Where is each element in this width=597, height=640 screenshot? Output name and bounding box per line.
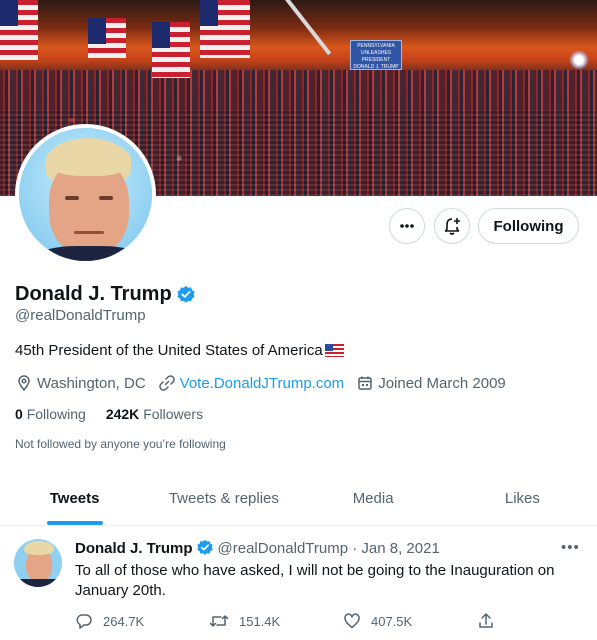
tweet-header: Donald J. Trump @realDonaldTrump · Jan 8… bbox=[75, 539, 440, 557]
reply-button[interactable]: 264.7K bbox=[75, 612, 209, 630]
tweet-avatar[interactable] bbox=[14, 539, 62, 587]
profile-bio: 45th President of the United States of A… bbox=[15, 342, 344, 359]
tweet-more-button[interactable]: ••• bbox=[561, 539, 580, 556]
tab-media[interactable]: Media bbox=[299, 472, 448, 525]
followers-count: 242K bbox=[105, 406, 140, 422]
tab-tweets[interactable]: Tweets bbox=[0, 472, 149, 525]
followers-count-link[interactable]: 242K Followers bbox=[106, 406, 203, 422]
location-icon bbox=[18, 375, 30, 392]
like-icon bbox=[344, 613, 360, 629]
link-icon bbox=[158, 375, 175, 391]
following-count: 0 bbox=[15, 406, 23, 422]
verified-icon bbox=[177, 285, 195, 303]
retweet-button[interactable]: 151.4K bbox=[209, 612, 343, 630]
share-icon bbox=[479, 613, 493, 628]
tweet-author-name[interactable]: Donald J. Trump bbox=[75, 540, 193, 557]
tweet-actions: 264.7K 151.4K 407.5K bbox=[75, 612, 505, 630]
notify-bell-icon bbox=[444, 218, 460, 235]
banner-flag bbox=[0, 0, 38, 60]
banner-pole bbox=[285, 0, 332, 56]
location-text: Washington, DC bbox=[37, 374, 146, 392]
banner-light bbox=[569, 50, 589, 70]
more-options-button[interactable] bbox=[389, 208, 425, 244]
retweet-count: 151.4K bbox=[239, 613, 281, 629]
like-button[interactable]: 407.5K bbox=[343, 612, 477, 630]
reply-icon bbox=[76, 614, 92, 629]
reply-count: 264.7K bbox=[103, 613, 145, 629]
share-button[interactable] bbox=[477, 612, 505, 630]
profile-name: Donald J. Trump bbox=[15, 283, 172, 305]
more-icon bbox=[400, 224, 414, 228]
following-button[interactable]: Following bbox=[478, 208, 579, 244]
joined-date: Joined March 2009 bbox=[356, 374, 506, 392]
website-link[interactable]: Vote.DonaldJTrump.com bbox=[180, 375, 345, 392]
profile-tabs: Tweets Tweets & replies Media Likes bbox=[0, 472, 597, 526]
tweet-text: To all of those who have asked, I will n… bbox=[75, 562, 555, 599]
profile-avatar[interactable] bbox=[15, 124, 156, 265]
us-flag-emoji bbox=[324, 344, 344, 357]
like-count: 407.5K bbox=[371, 613, 413, 629]
bio-text: 45th President of the United States of A… bbox=[15, 342, 323, 359]
followers-label: Followers bbox=[143, 406, 204, 422]
banner-flag bbox=[152, 22, 190, 78]
banner-flag bbox=[200, 0, 250, 58]
calendar-icon bbox=[358, 376, 372, 390]
tweet[interactable]: Donald J. Trump @realDonaldTrump · Jan 8… bbox=[0, 527, 597, 640]
tweet-handle-date[interactable]: @realDonaldTrump · Jan 8, 2021 bbox=[218, 540, 440, 557]
joined-text: Joined March 2009 bbox=[378, 374, 506, 392]
retweet-icon bbox=[209, 615, 229, 627]
banner-flag bbox=[88, 18, 126, 58]
notifications-button[interactable] bbox=[434, 208, 470, 244]
following-label: Following bbox=[26, 406, 86, 422]
banner-sign: PENNSYLVANIA UNLEASHES PRESIDENT DONALD … bbox=[350, 40, 402, 70]
tab-likes[interactable]: Likes bbox=[448, 472, 597, 525]
following-count-link[interactable]: 0 Following bbox=[15, 406, 86, 422]
profile-handle: @realDonaldTrump bbox=[15, 307, 146, 324]
tab-tweets-replies[interactable]: Tweets & replies bbox=[149, 472, 298, 525]
follow-counts: 0 Following 242K Followers bbox=[15, 406, 223, 422]
not-followed-note: Not followed by anyone you’re following bbox=[15, 437, 226, 451]
location: Washington, DC bbox=[15, 374, 146, 392]
verified-icon bbox=[196, 539, 213, 555]
website[interactable]: Vote.DonaldJTrump.com bbox=[158, 374, 345, 392]
profile-name-row: Donald J. Trump bbox=[15, 283, 196, 306]
profile-meta: Washington, DC Vote.DonaldJTrump.com Joi… bbox=[15, 374, 518, 392]
